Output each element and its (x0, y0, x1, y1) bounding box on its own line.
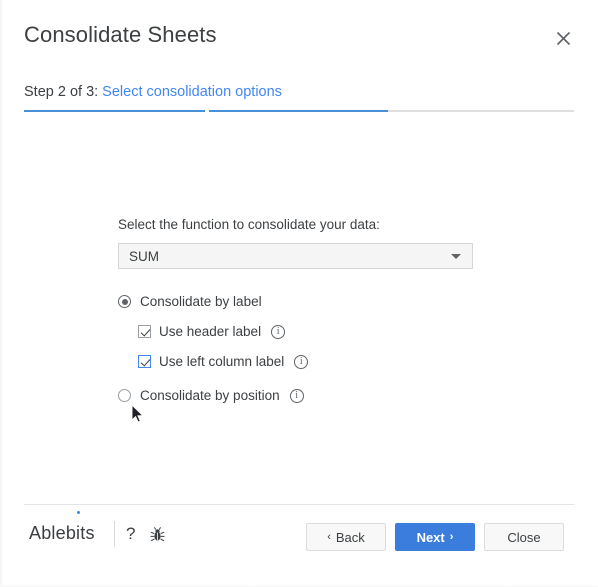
close-icon[interactable] (550, 25, 576, 51)
info-icon[interactable]: i (289, 388, 304, 403)
option-consolidate-by-label[interactable]: Consolidate by label (118, 294, 262, 309)
question-mark-icon[interactable]: ? (126, 524, 135, 544)
step-link[interactable]: Select consolidation options (102, 84, 282, 100)
window-left-edge (0, 0, 3, 587)
brand-text: Ablebits (29, 523, 95, 543)
option-label: Use left column label (159, 354, 285, 369)
radio-consolidate-by-position[interactable] (118, 389, 131, 402)
dialog-title: Consolidate Sheets (24, 22, 217, 47)
back-button-label: Back (335, 529, 365, 545)
step-label: Step 2 of 3: (24, 84, 99, 100)
chevron-down-icon (451, 253, 461, 259)
function-label: Select the function to consolidate your … (118, 217, 380, 232)
option-use-left-column-label[interactable]: Use left column label i (138, 354, 309, 369)
mouse-pointer-icon (131, 403, 145, 429)
bug-icon[interactable] (149, 526, 166, 543)
chevron-right-icon: › (449, 531, 454, 543)
next-button-label: Next (416, 529, 445, 545)
option-label: Consolidate by position (140, 388, 280, 403)
option-label: Use header label (159, 324, 262, 339)
info-icon[interactable]: i (294, 354, 309, 369)
ablebits-logo: Ablebits (29, 523, 95, 544)
progress-segment-2 (209, 110, 388, 112)
function-select-value: SUM (129, 248, 159, 264)
chevron-left-icon: ‹ (327, 531, 331, 543)
option-consolidate-by-position[interactable]: Consolidate by position i (118, 388, 304, 403)
checkbox-use-header-label[interactable] (138, 325, 151, 338)
progress-segment-1 (24, 110, 205, 112)
close-button-label: Close (507, 529, 541, 545)
back-button[interactable]: ‹ Back (306, 523, 386, 551)
close-button[interactable]: Close (484, 523, 564, 551)
function-select[interactable]: SUM (118, 243, 473, 269)
consolidate-sheets-dialog: Consolidate Sheets Step 2 of 3: Select co… (0, 0, 598, 587)
step-progress-bar (24, 110, 574, 113)
next-button[interactable]: Next › (395, 523, 475, 551)
radio-consolidate-by-label[interactable] (118, 295, 131, 308)
footer-divider (24, 504, 574, 505)
brand-accent-dot: i (76, 523, 81, 543)
step-indicator: Step 2 of 3: Select consolidation options (24, 84, 282, 100)
option-label: Consolidate by label (140, 294, 262, 309)
option-use-header-label[interactable]: Use header label i (138, 324, 286, 339)
progress-segment-3 (388, 110, 574, 112)
info-icon[interactable]: i (271, 324, 286, 339)
footer-vertical-divider (114, 521, 115, 547)
checkbox-use-left-column-label[interactable] (138, 355, 151, 368)
